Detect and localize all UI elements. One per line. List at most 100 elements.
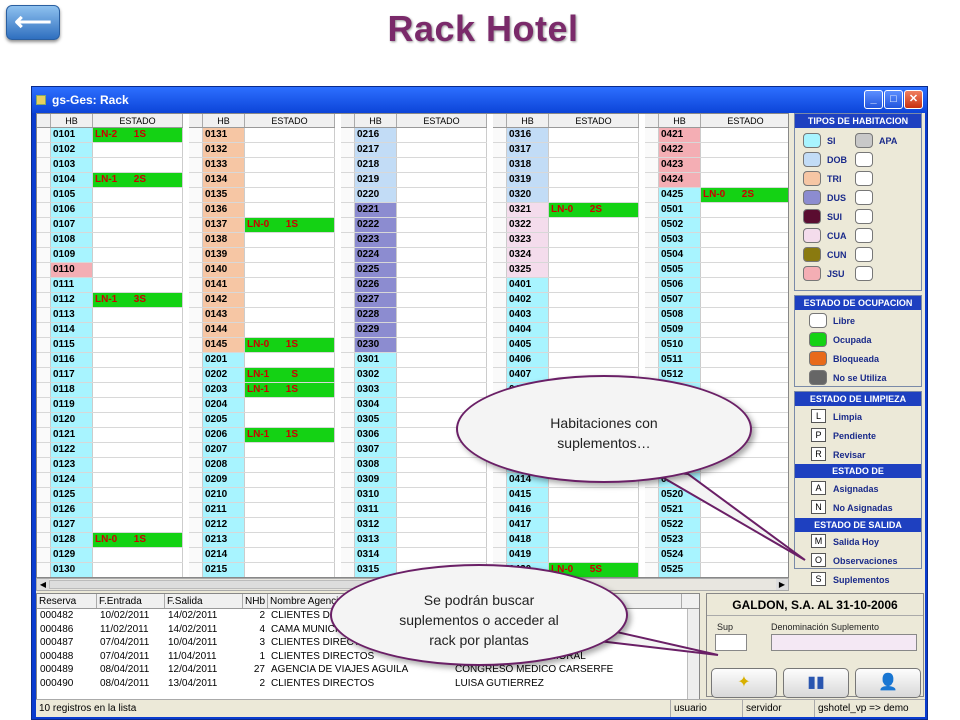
room-status[interactable] [549, 188, 639, 202]
room-number[interactable]: 0118 [51, 383, 93, 397]
floors-button[interactable]: ▮▮ [783, 668, 849, 698]
room-row[interactable]: 0111 [37, 278, 183, 293]
room-number[interactable]: 0204 [203, 398, 245, 412]
row-selector[interactable] [37, 533, 51, 547]
room-row[interactable]: 0318 [493, 158, 639, 173]
row-selector[interactable] [645, 278, 659, 292]
row-selector[interactable] [37, 143, 51, 157]
row-selector[interactable] [189, 518, 203, 532]
room-number[interactable]: 0405 [507, 338, 549, 352]
room-row[interactable]: 0206 LN-1 1S [189, 428, 335, 443]
room-number[interactable]: 0144 [203, 323, 245, 337]
row-selector[interactable] [37, 128, 51, 142]
room-row[interactable]: 0309 [341, 473, 487, 488]
room-status[interactable]: LN-0 1S [245, 338, 335, 352]
room-row[interactable]: 0313 [341, 533, 487, 548]
room-row[interactable]: 0316 [493, 128, 639, 143]
room-row[interactable]: 0216 [341, 128, 487, 143]
room-number[interactable]: 0114 [51, 323, 93, 337]
room-number[interactable]: 0127 [51, 518, 93, 532]
room-number[interactable]: 0212 [203, 518, 245, 532]
row-selector[interactable] [341, 143, 355, 157]
row-selector[interactable] [341, 248, 355, 262]
room-row[interactable]: 0201 [189, 353, 335, 368]
room-status[interactable]: LN-1 2S [93, 173, 183, 187]
row-selector[interactable] [645, 218, 659, 232]
row-selector[interactable] [189, 248, 203, 262]
room-status[interactable] [397, 173, 487, 187]
row-selector[interactable] [341, 443, 355, 457]
key-salida-m[interactable]: M [811, 534, 826, 548]
row-selector[interactable] [493, 173, 507, 187]
room-number[interactable]: 0211 [203, 503, 245, 517]
row-selector[interactable] [37, 293, 51, 307]
room-status[interactable] [245, 398, 335, 412]
room-status[interactable] [93, 158, 183, 172]
room-number[interactable]: 0319 [507, 173, 549, 187]
room-row[interactable]: 0144 [189, 323, 335, 338]
room-status[interactable] [93, 443, 183, 457]
row-selector[interactable] [189, 398, 203, 412]
room-status[interactable] [701, 263, 788, 277]
row-selector[interactable] [493, 533, 507, 547]
row-selector[interactable] [37, 503, 51, 517]
room-row[interactable]: 0114 [37, 323, 183, 338]
row-selector[interactable] [645, 353, 659, 367]
room-number[interactable]: 0203 [203, 383, 245, 397]
room-status[interactable] [701, 233, 788, 247]
row-selector[interactable] [645, 248, 659, 262]
room-row[interactable]: 0117 [37, 368, 183, 383]
room-number[interactable]: 0504 [659, 248, 701, 262]
room-number[interactable]: 0125 [51, 488, 93, 502]
room-row[interactable]: 0222 [341, 218, 487, 233]
room-status[interactable] [701, 563, 788, 577]
row-selector[interactable] [37, 563, 51, 577]
row-selector[interactable] [189, 308, 203, 322]
room-number[interactable]: 0103 [51, 158, 93, 172]
room-status[interactable] [549, 518, 639, 532]
row-selector[interactable] [189, 353, 203, 367]
room-number[interactable]: 0511 [659, 353, 701, 367]
room-number[interactable]: 0227 [355, 293, 397, 307]
room-row[interactable]: 0137 LN-0 1S [189, 218, 335, 233]
room-status[interactable]: LN-0 2S [701, 188, 788, 202]
room-row[interactable]: 0511 [645, 353, 788, 368]
room-status[interactable] [93, 203, 183, 217]
room-row[interactable]: 0203 LN-1 1S [189, 383, 335, 398]
room-row[interactable]: 0503 [645, 233, 788, 248]
room-row[interactable]: 0303 [341, 383, 487, 398]
room-row[interactable]: 0208 [189, 458, 335, 473]
room-number[interactable]: 0223 [355, 233, 397, 247]
room-row[interactable]: 0317 [493, 143, 639, 158]
room-number[interactable]: 0143 [203, 308, 245, 322]
room-row[interactable]: 0220 [341, 188, 487, 203]
swatch-dob[interactable] [803, 152, 821, 167]
room-number[interactable]: 0219 [355, 173, 397, 187]
room-status[interactable] [245, 158, 335, 172]
room-number[interactable]: 0121 [51, 428, 93, 442]
row-selector[interactable] [189, 263, 203, 277]
minimize-button[interactable]: _ [864, 90, 883, 109]
row-selector[interactable] [341, 503, 355, 517]
room-row[interactable]: 0505 [645, 263, 788, 278]
room-number[interactable]: 0224 [355, 248, 397, 262]
room-status[interactable] [549, 353, 639, 367]
room-row[interactable]: 0219 [341, 173, 487, 188]
room-number[interactable]: 0205 [203, 413, 245, 427]
row-selector[interactable] [189, 158, 203, 172]
room-status[interactable] [701, 503, 788, 517]
room-row[interactable]: 0214 [189, 548, 335, 563]
room-row[interactable]: 0510 [645, 338, 788, 353]
room-number[interactable]: 0139 [203, 248, 245, 262]
room-row[interactable]: 0312 [341, 518, 487, 533]
room-status[interactable] [397, 158, 487, 172]
room-status[interactable] [93, 368, 183, 382]
room-status[interactable] [245, 143, 335, 157]
column-header[interactable]: NHb [243, 594, 268, 608]
room-row[interactable]: 0131 [189, 128, 335, 143]
room-status[interactable] [245, 503, 335, 517]
room-status[interactable] [93, 308, 183, 322]
row-selector[interactable] [37, 398, 51, 412]
room-row[interactable]: 0108 [37, 233, 183, 248]
room-status[interactable] [93, 518, 183, 532]
